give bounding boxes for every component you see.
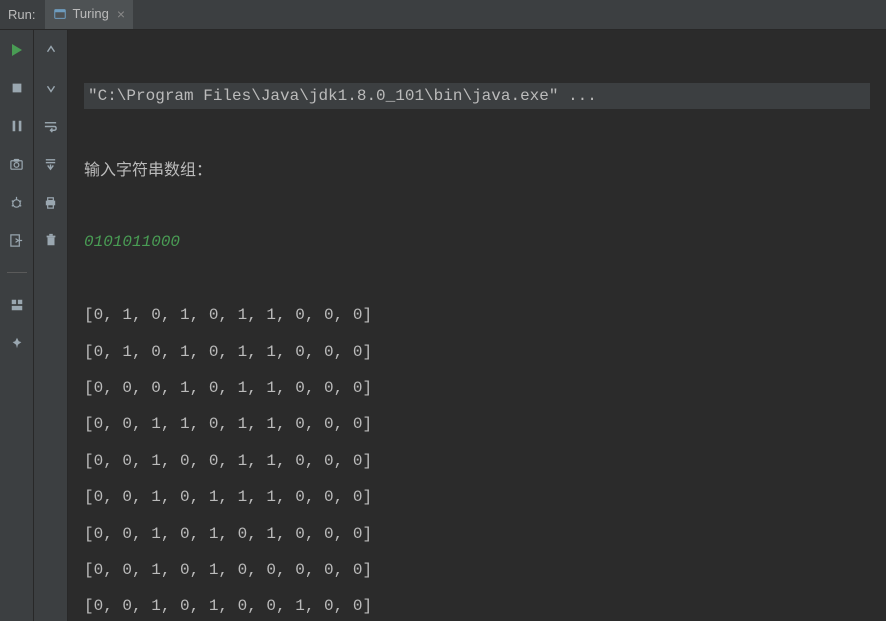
pause-icon[interactable] — [7, 116, 27, 136]
array-line: [0, 0, 1, 0, 0, 1, 1, 0, 0, 0] — [84, 450, 870, 472]
exit-icon[interactable] — [7, 230, 27, 250]
pin-icon[interactable] — [7, 333, 27, 353]
array-line: [0, 1, 0, 1, 0, 1, 1, 0, 0, 0] — [84, 341, 870, 363]
array-line: [0, 0, 1, 0, 1, 1, 1, 0, 0, 0] — [84, 486, 870, 508]
console-toolbar — [34, 30, 68, 621]
array-line: [0, 0, 1, 0, 1, 0, 1, 0, 0, 0] — [84, 523, 870, 545]
command-line: "C:\Program Files\Java\jdk1.8.0_101\bin\… — [84, 83, 870, 109]
tab-label: Turing — [72, 6, 108, 21]
array-line: [0, 0, 1, 1, 0, 1, 1, 0, 0, 0] — [84, 413, 870, 435]
array-line: [0, 1, 0, 1, 0, 1, 1, 0, 0, 0] — [84, 304, 870, 326]
dump-icon[interactable] — [7, 154, 27, 174]
trash-icon[interactable] — [41, 230, 61, 250]
array-line: [0, 0, 1, 0, 1, 0, 0, 1, 0, 0] — [84, 595, 870, 617]
prompt-text: 输入字符串数组： — [84, 160, 870, 182]
softwrap-icon[interactable] — [41, 116, 61, 136]
divider — [7, 272, 27, 273]
down-icon[interactable] — [41, 78, 61, 98]
print-icon[interactable] — [41, 192, 61, 212]
debug-icon[interactable] — [7, 192, 27, 212]
run-label: Run: — [8, 7, 35, 22]
main-area: "C:\Program Files\Java\jdk1.8.0_101\bin\… — [0, 30, 886, 621]
left-toolbar — [0, 30, 34, 621]
array-output: [0, 1, 0, 1, 0, 1, 1, 0, 0, 0] [0, 1, 0, … — [84, 304, 870, 621]
array-line: [0, 0, 0, 1, 0, 1, 1, 0, 0, 0] — [84, 377, 870, 399]
app-icon — [53, 7, 67, 21]
scroll-end-icon[interactable] — [41, 154, 61, 174]
console-output[interactable]: "C:\Program Files\Java\jdk1.8.0_101\bin\… — [68, 30, 886, 621]
rerun-icon[interactable] — [7, 40, 27, 60]
user-input: 0101011000 — [84, 231, 870, 253]
run-tab[interactable]: Turing × — [45, 0, 133, 29]
array-line: [0, 0, 1, 0, 1, 0, 0, 0, 0, 0] — [84, 559, 870, 581]
up-icon[interactable] — [41, 40, 61, 60]
close-icon[interactable]: × — [117, 6, 125, 22]
run-toolbar: Run: Turing × — [0, 0, 886, 30]
layout-icon[interactable] — [7, 295, 27, 315]
stop-icon[interactable] — [7, 78, 27, 98]
